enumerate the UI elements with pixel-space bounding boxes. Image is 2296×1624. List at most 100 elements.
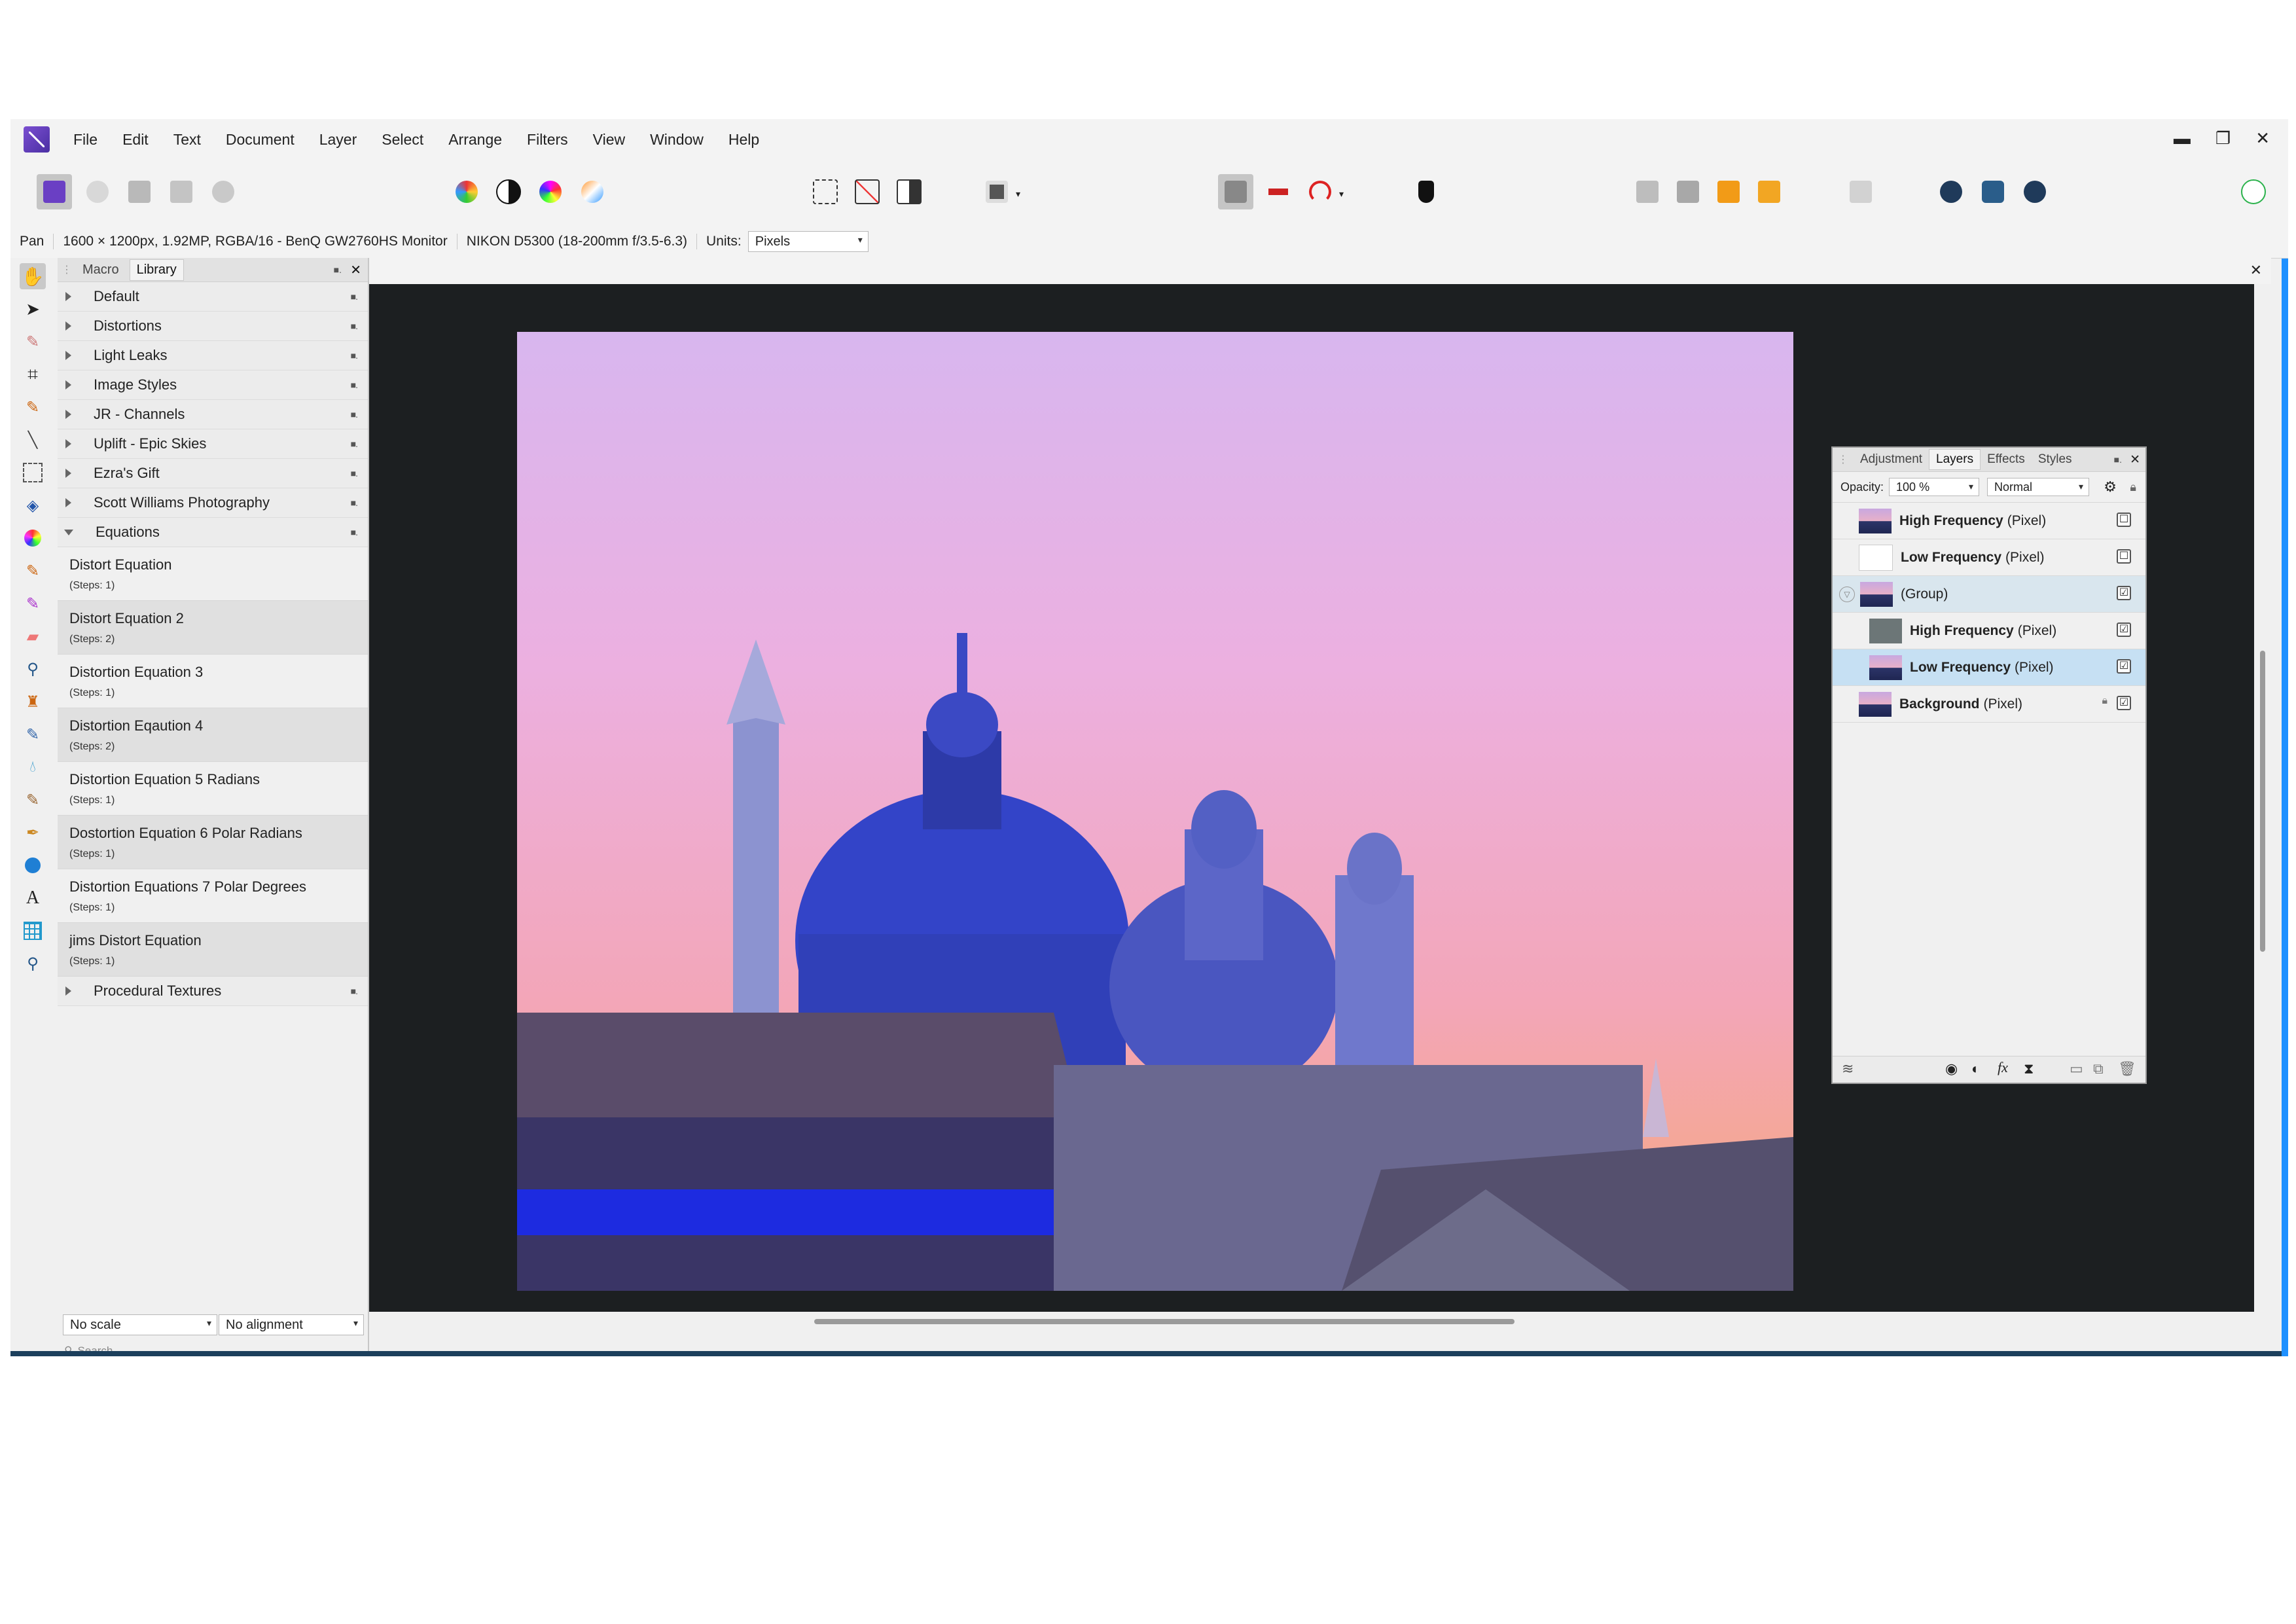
- move-tool-button[interactable]: ➤: [20, 296, 46, 322]
- color-replacement-tool-button[interactable]: ✎: [20, 590, 46, 617]
- category-menu-icon[interactable]: ■.: [351, 291, 358, 302]
- layer-row-low-frequency[interactable]: Low Frequency (Pixel) ☐: [1833, 539, 2145, 576]
- library-category[interactable]: Image Styles ■.: [58, 370, 368, 400]
- auto-white-balance-button[interactable]: [575, 174, 610, 209]
- menu-select[interactable]: Select: [382, 131, 423, 149]
- expand-triangle-icon[interactable]: [65, 380, 71, 389]
- category-menu-icon[interactable]: ■.: [351, 986, 358, 996]
- assistant-button[interactable]: [1408, 174, 1444, 209]
- toggle-button[interactable]: [1261, 174, 1296, 209]
- layers-stack-icon[interactable]: ≋: [1842, 1060, 1854, 1077]
- category-menu-icon[interactable]: ■.: [351, 380, 358, 390]
- marquee-select-button[interactable]: [808, 174, 843, 209]
- close-icon[interactable]: ✕: [2255, 128, 2270, 149]
- category-menu-icon[interactable]: ■.: [351, 527, 358, 537]
- blend-mode-select[interactable]: Normal ▾: [1987, 478, 2090, 496]
- expand-triangle-icon[interactable]: [65, 292, 71, 301]
- panel-menu-icon[interactable]: ■.: [2114, 454, 2122, 465]
- layer-row-high-frequency[interactable]: High Frequency (Pixel) ☐: [1833, 503, 2145, 539]
- lock-icon[interactable]: 🔒︎: [2102, 695, 2108, 707]
- library-category[interactable]: Procedural Textures ■.: [58, 977, 368, 1006]
- move-back-one-button[interactable]: [1670, 174, 1706, 209]
- collapse-triangle-icon[interactable]: [64, 529, 73, 535]
- menu-filters[interactable]: Filters: [527, 131, 568, 149]
- library-category[interactable]: JR - Channels ■.: [58, 400, 368, 429]
- library-category[interactable]: Uplift - Epic Skies ■.: [58, 429, 368, 459]
- expand-triangle-icon[interactable]: [65, 439, 71, 448]
- auto-colors-button[interactable]: [533, 174, 568, 209]
- alignment-button[interactable]: [1843, 174, 1878, 209]
- crop-tool-button[interactable]: ⌗: [20, 361, 46, 388]
- layer-row-child-high-frequency[interactable]: High Frequency (Pixel) ☑: [1833, 613, 2145, 649]
- category-menu-icon[interactable]: ■.: [351, 350, 358, 361]
- boolean-intersect-button[interactable]: [2017, 174, 2053, 209]
- adjustment-layer-icon[interactable]: ◐: [1971, 1060, 1980, 1077]
- minimize-icon[interactable]: ▬: [2174, 128, 2191, 149]
- category-menu-icon[interactable]: ■.: [351, 439, 358, 449]
- auto-contrast-button[interactable]: [491, 174, 526, 209]
- vertical-scrollbar[interactable]: [2254, 284, 2271, 1312]
- horizontal-scrollbar[interactable]: [369, 1312, 2271, 1331]
- macro-item[interactable]: Distort Equation 2 (Steps: 2): [58, 601, 368, 655]
- category-menu-icon[interactable]: ■.: [351, 409, 358, 420]
- boolean-subtract-button[interactable]: [1975, 174, 2011, 209]
- macro-item[interactable]: Distortion Equation 3 (Steps: 1): [58, 655, 368, 708]
- selection-brush-tool-button[interactable]: ✎: [20, 394, 46, 420]
- expand-triangle-icon[interactable]: [65, 321, 71, 331]
- mesh-warp-tool-button[interactable]: [20, 918, 46, 944]
- menu-arrange[interactable]: Arrange: [448, 131, 502, 149]
- auto-levels-button[interactable]: [449, 174, 484, 209]
- panel-menu-icon[interactable]: ■.: [334, 264, 342, 275]
- quick-mask-dropdown-icon[interactable]: ▾: [1016, 189, 1020, 200]
- gradient-tool-button[interactable]: [20, 525, 46, 551]
- menu-layer[interactable]: Layer: [319, 131, 357, 149]
- mask-layer-icon[interactable]: ◉: [1945, 1060, 1958, 1077]
- visibility-checkbox[interactable]: ☑: [2117, 696, 2131, 710]
- view-tool-button[interactable]: ✋: [20, 263, 46, 289]
- new-layer-icon[interactable]: ⧉: [2093, 1060, 2104, 1077]
- develop-persona-button[interactable]: [122, 174, 157, 209]
- library-category[interactable]: Distortions ■.: [58, 312, 368, 341]
- move-forward-one-button[interactable]: [1711, 174, 1746, 209]
- visibility-checkbox[interactable]: ☑: [2117, 659, 2131, 674]
- units-select[interactable]: Pixels ▾: [747, 231, 869, 252]
- zoom-tool-button[interactable]: ⚲: [20, 950, 46, 977]
- flood-select-tool-button[interactable]: ╲: [20, 427, 46, 453]
- panel-close-icon[interactable]: ✕: [2130, 452, 2140, 467]
- folder-icon[interactable]: ▭: [2070, 1060, 2083, 1077]
- macro-item[interactable]: Distortion Equations 7 Polar Degrees (Ste…: [58, 869, 368, 923]
- tab-layers[interactable]: Layers: [1929, 449, 1981, 470]
- expand-triangle-icon[interactable]: [65, 410, 71, 419]
- quick-mask-button[interactable]: [979, 174, 1014, 209]
- library-category[interactable]: Scott Williams Photography ■.: [58, 488, 368, 518]
- expand-triangle-icon[interactable]: [65, 351, 71, 360]
- snapping-dropdown-icon[interactable]: ▾: [1339, 189, 1344, 200]
- tone-mapping-persona-button[interactable]: [164, 174, 199, 209]
- blur-brush-tool-button[interactable]: 💧︎: [20, 754, 46, 780]
- menu-edit[interactable]: Edit: [122, 131, 149, 149]
- text-tool-button[interactable]: A: [20, 885, 46, 911]
- move-to-front-button[interactable]: [1751, 174, 1787, 209]
- smudge-brush-tool-button[interactable]: ✎: [20, 787, 46, 813]
- healing-brush-tool-button[interactable]: ✎: [20, 721, 46, 748]
- tab-styles[interactable]: Styles: [2032, 450, 2079, 469]
- restore-icon[interactable]: ❐: [2215, 128, 2231, 149]
- deselect-button[interactable]: [850, 174, 885, 209]
- fx-icon[interactable]: fx: [1998, 1059, 2008, 1076]
- library-category[interactable]: Default ■.: [58, 282, 368, 312]
- document-image[interactable]: [517, 332, 1793, 1291]
- color-picker-tool-button[interactable]: ✎: [20, 329, 46, 355]
- menu-help[interactable]: Help: [728, 131, 759, 149]
- category-menu-icon[interactable]: ■.: [351, 497, 358, 508]
- snapping-button[interactable]: [1218, 174, 1253, 209]
- expand-triangle-icon[interactable]: [65, 469, 71, 478]
- library-category[interactable]: Light Leaks ■.: [58, 341, 368, 370]
- flood-fill-tool-button[interactable]: ◈: [20, 492, 46, 518]
- dodge-tool-button[interactable]: ⚲: [20, 656, 46, 682]
- paint-brush-tool-button[interactable]: ✎: [20, 558, 46, 584]
- expand-triangle-icon[interactable]: [65, 498, 71, 507]
- layer-row-child-low-frequency[interactable]: Low Frequency (Pixel) ☑: [1833, 649, 2145, 686]
- menu-text[interactable]: Text: [173, 131, 201, 149]
- expand-triangle-icon[interactable]: [65, 986, 71, 996]
- opacity-select[interactable]: 100 % ▾: [1889, 478, 1980, 496]
